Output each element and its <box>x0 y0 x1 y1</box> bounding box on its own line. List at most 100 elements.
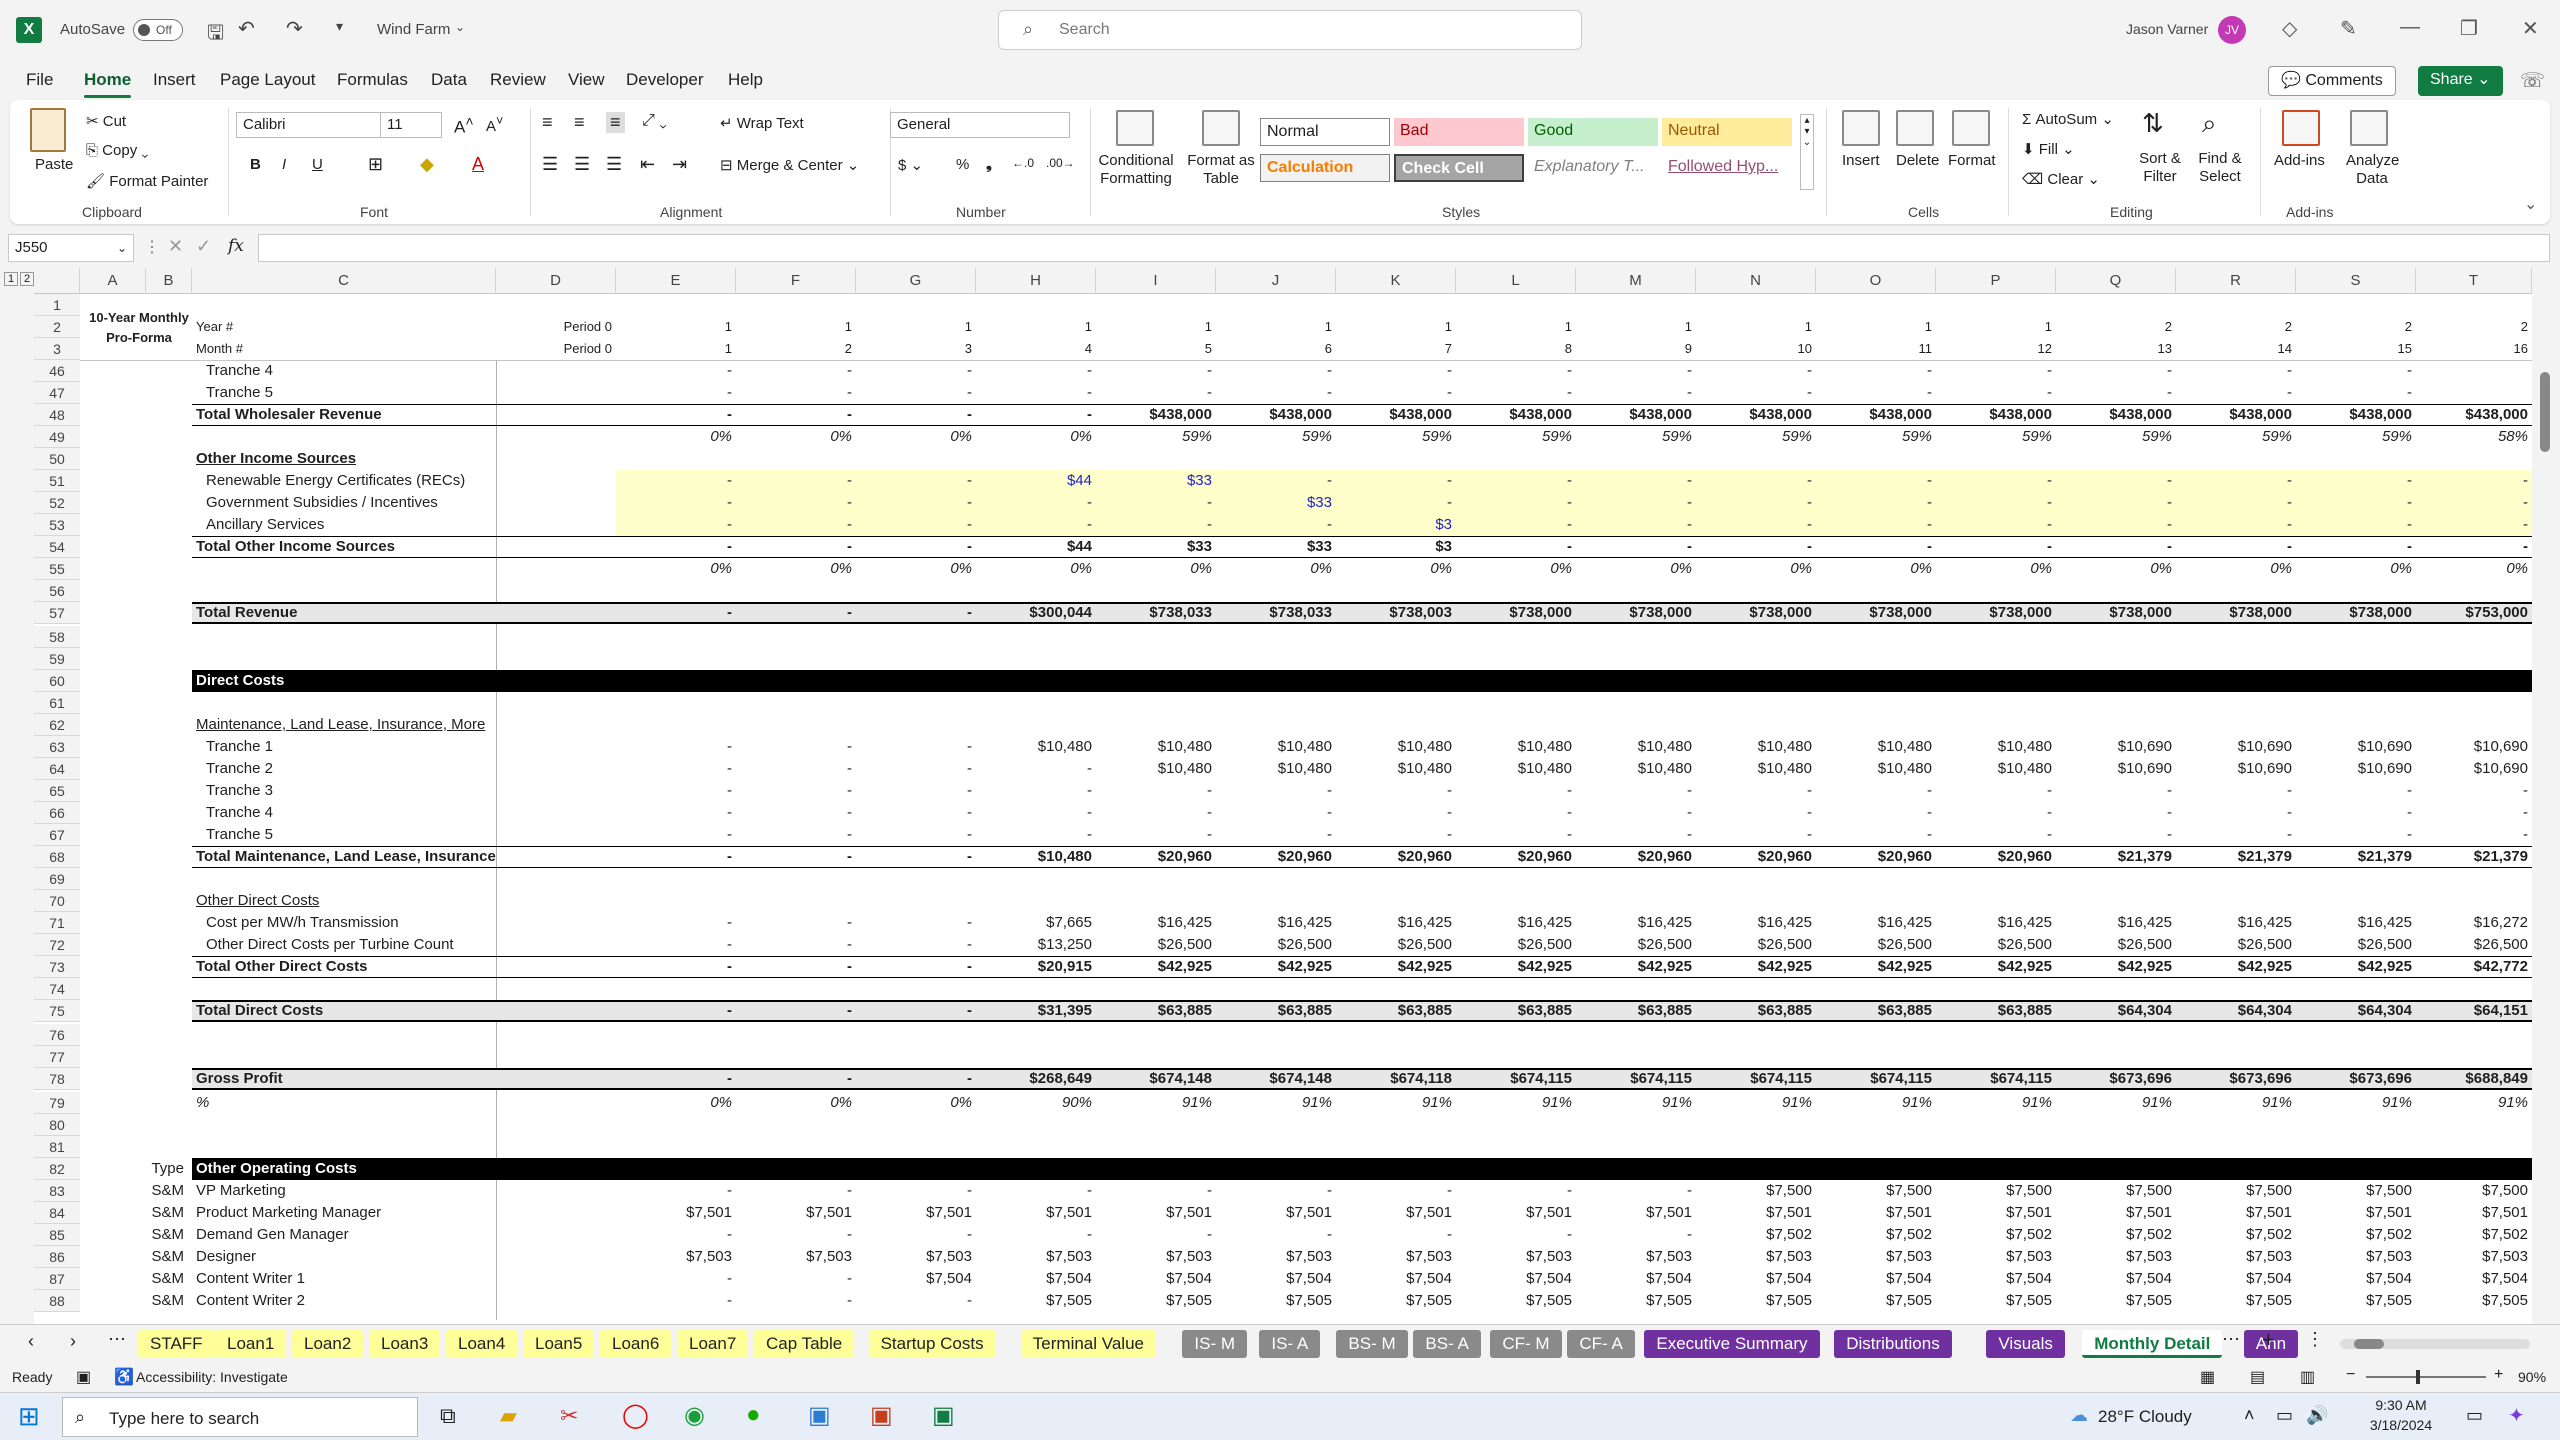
value-cell[interactable]: - <box>1816 514 1936 536</box>
column-header[interactable]: K <box>1336 268 1456 294</box>
value-cell[interactable]: - <box>1216 824 1336 846</box>
type-cell[interactable]: S&M <box>146 1268 188 1290</box>
header-value[interactable]: 1 <box>616 316 736 338</box>
value-cell[interactable]: - <box>2416 802 2532 824</box>
row-label[interactable]: Total Revenue <box>196 602 496 624</box>
value-cell[interactable]: $26,500 <box>1936 934 2056 956</box>
value-cell[interactable]: - <box>616 470 736 492</box>
value-cell[interactable]: $674,115 <box>1816 1068 1936 1090</box>
italic-button[interactable]: I <box>282 156 286 173</box>
value-cell[interactable]: - <box>1096 1224 1216 1246</box>
sheet-tab[interactable]: Loan5 <box>523 1330 595 1358</box>
value-cell[interactable]: $63,885 <box>1096 1000 1216 1022</box>
value-cell[interactable]: - <box>2176 514 2296 536</box>
format-as-table-button[interactable]: Format as Table <box>1186 152 1256 188</box>
page-layout-icon[interactable]: ▤ <box>2250 1367 2265 1387</box>
align-center-icon[interactable]: ☰ <box>574 154 590 175</box>
row-label[interactable]: Other Direct Costs per Turbine Count <box>206 934 506 956</box>
row-header[interactable]: 59 <box>34 648 80 670</box>
value-cell[interactable]: $674,148 <box>1096 1068 1216 1090</box>
value-cell[interactable]: - <box>856 536 976 558</box>
value-cell[interactable]: - <box>1576 1180 1696 1202</box>
value-cell[interactable]: - <box>616 736 736 758</box>
value-cell[interactable]: $21,379 <box>2296 846 2416 868</box>
value-cell[interactable]: $438,000 <box>1936 404 2056 426</box>
value-cell[interactable]: - <box>616 1180 736 1202</box>
value-cell[interactable]: $438,000 <box>1216 404 1336 426</box>
type-cell[interactable]: S&M <box>146 1180 188 1202</box>
value-cell[interactable]: - <box>976 514 1096 536</box>
value-cell[interactable]: $7,505 <box>1936 1290 2056 1312</box>
value-cell[interactable]: $7,504 <box>1576 1268 1696 1290</box>
row-label[interactable]: Tranche 3 <box>206 780 506 802</box>
add-ins-icon[interactable] <box>2282 110 2320 146</box>
style-followed-hyperlink[interactable]: Followed Hyp... <box>1662 154 1792 182</box>
value-cell[interactable]: - <box>616 802 736 824</box>
column-header[interactable]: A <box>80 268 146 294</box>
value-cell[interactable]: - <box>1456 536 1576 558</box>
value-cell[interactable]: - <box>616 1000 736 1022</box>
value-cell[interactable]: $20,960 <box>1096 846 1216 868</box>
value-cell[interactable]: - <box>2176 382 2296 404</box>
value-cell[interactable]: $10,480 <box>1456 736 1576 758</box>
value-cell[interactable]: $7,501 <box>856 1202 976 1224</box>
column-header[interactable]: R <box>2176 268 2296 294</box>
value-cell[interactable]: - <box>2176 802 2296 824</box>
value-cell[interactable]: $438,000 <box>1096 404 1216 426</box>
value-cell[interactable]: - <box>1696 824 1816 846</box>
value-cell[interactable]: - <box>736 492 856 514</box>
value-cell[interactable]: $7,665 <box>976 912 1096 934</box>
value-cell[interactable]: 91% <box>2176 1092 2296 1114</box>
value-cell[interactable]: $738,033 <box>1096 602 1216 624</box>
column-header[interactable]: T <box>2416 268 2532 294</box>
value-cell[interactable]: $7,503 <box>2296 1246 2416 1268</box>
style-good[interactable]: Good <box>1528 118 1658 146</box>
value-cell[interactable]: $64,304 <box>2296 1000 2416 1022</box>
accessibility-icon[interactable]: ♿ <box>114 1367 134 1387</box>
find-select-button[interactable]: Find & Select <box>2192 150 2248 186</box>
value-cell[interactable]: - <box>736 780 856 802</box>
value-cell[interactable]: - <box>1096 824 1216 846</box>
value-cell[interactable]: - <box>1336 382 1456 404</box>
value-cell[interactable]: $7,501 <box>1216 1202 1336 1224</box>
value-cell[interactable]: $7,501 <box>1936 1202 2056 1224</box>
sheet-tab[interactable]: STAFF <box>138 1330 215 1358</box>
value-cell[interactable]: $16,425 <box>1816 912 1936 934</box>
column-header[interactable]: L <box>1456 268 1576 294</box>
delete-cells-icon[interactable] <box>1896 110 1934 146</box>
value-cell[interactable]: $26,500 <box>1576 934 1696 956</box>
value-cell[interactable]: - <box>2176 780 2296 802</box>
value-cell[interactable]: 91% <box>1336 1092 1456 1114</box>
header-value[interactable]: 4 <box>976 338 1096 360</box>
value-cell[interactable]: - <box>2296 780 2416 802</box>
value-cell[interactable]: - <box>976 382 1096 404</box>
value-cell[interactable]: $10,690 <box>2176 736 2296 758</box>
value-cell[interactable]: - <box>616 536 736 558</box>
value-cell[interactable]: $7,501 <box>1336 1202 1456 1224</box>
value-cell[interactable]: - <box>736 360 856 382</box>
value-cell[interactable]: - <box>616 1268 736 1290</box>
value-cell[interactable]: - <box>976 492 1096 514</box>
row-header[interactable]: 76 <box>34 1024 80 1046</box>
header-value[interactable]: 2 <box>2056 316 2176 338</box>
search-box[interactable]: ⌕ Search <box>998 10 1582 50</box>
value-cell[interactable]: $63,885 <box>1696 1000 1816 1022</box>
copilot-icon[interactable]: ✦ <box>2508 1403 2525 1428</box>
row-header[interactable]: 61 <box>34 692 80 714</box>
value-cell[interactable]: - <box>2176 470 2296 492</box>
value-cell[interactable]: - <box>1816 824 1936 846</box>
collapse-ribbon-icon[interactable]: ⌄ <box>2524 194 2537 214</box>
zoom-level[interactable]: 90% <box>2518 1369 2546 1385</box>
outline-level-2[interactable]: 2 <box>20 272 35 286</box>
value-cell[interactable]: - <box>1336 1224 1456 1246</box>
row-label[interactable]: Demand Gen Manager <box>196 1224 496 1246</box>
normal-view-icon[interactable]: ▦ <box>2200 1367 2215 1387</box>
value-cell[interactable]: - <box>736 1000 856 1022</box>
analyze-data-button[interactable]: Analyze Data <box>2346 152 2399 188</box>
value-cell[interactable]: 91% <box>1696 1092 1816 1114</box>
value-cell[interactable]: 58% <box>2416 426 2532 448</box>
value-cell[interactable]: - <box>1816 492 1936 514</box>
value-cell[interactable]: $738,000 <box>1576 602 1696 624</box>
save-icon[interactable]: 🖫 <box>207 18 224 52</box>
row-label[interactable]: Total Other Direct Costs <box>196 956 496 978</box>
